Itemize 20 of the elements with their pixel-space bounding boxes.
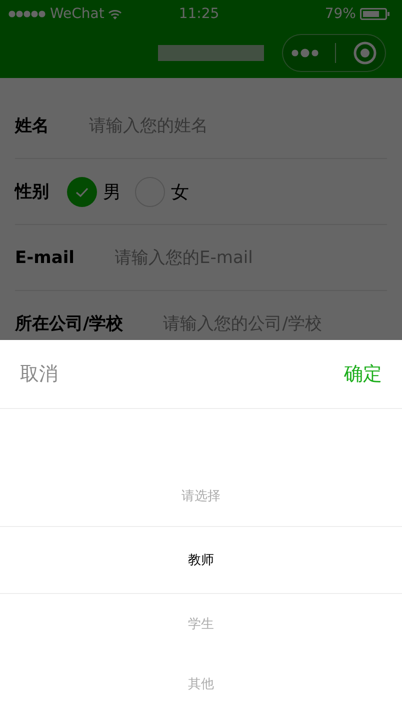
cancel-button[interactable]: 取消 [20,357,58,391]
battery-percent: 79% [324,6,356,22]
picker-option[interactable]: 教师 [0,526,402,594]
carrier-name: WeChat [50,6,104,22]
status-time: 11:25 [178,6,220,22]
field-label: 性别 [15,181,49,203]
battery-icon [360,8,390,20]
picker-option[interactable]: 学生 [0,594,402,654]
signal-icon [8,10,46,18]
picker-option[interactable]: 请选择 [0,466,402,526]
picker-option[interactable]: 其他 [0,654,402,704]
more-icon[interactable] [291,48,320,58]
checked-radio-icon[interactable] [67,176,97,206]
wifi-icon [108,8,122,20]
field-label: 姓名 [15,115,49,137]
field-label: E-mail [15,248,75,268]
field-label: 所在公司/学校 [15,313,124,335]
confirm-button[interactable]: 确定 [344,357,382,391]
radio-label[interactable]: 女 [171,180,189,204]
radio-label[interactable]: 男 [103,180,121,204]
